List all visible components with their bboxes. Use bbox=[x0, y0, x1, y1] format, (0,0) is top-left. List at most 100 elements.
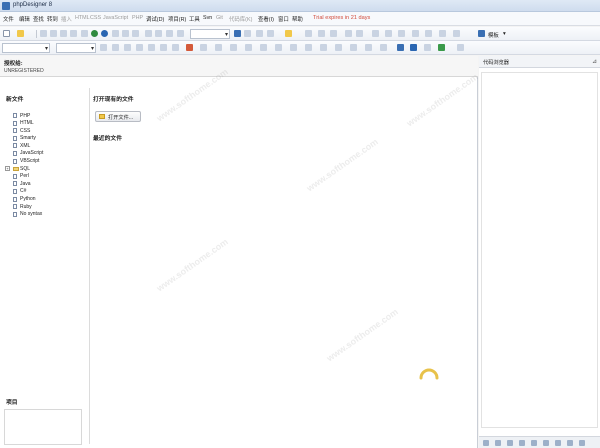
status-icon-7[interactable] bbox=[555, 440, 561, 446]
cut-icon[interactable] bbox=[112, 30, 119, 37]
comment-icon[interactable] bbox=[290, 44, 297, 51]
debug-over-icon[interactable] bbox=[318, 30, 325, 37]
save-icon[interactable] bbox=[40, 30, 47, 37]
main-workspace: 授权给: UNREGISTERED 新文件 PHP HTML CSS Smart… bbox=[0, 56, 478, 448]
menu-html[interactable]: HTML bbox=[75, 15, 90, 21]
align-center-icon[interactable] bbox=[148, 44, 155, 51]
snippet-icon[interactable] bbox=[285, 30, 292, 37]
expand-icon[interactable]: + bbox=[5, 166, 10, 172]
menu-git[interactable]: Git bbox=[216, 15, 223, 21]
outline-icon[interactable] bbox=[380, 44, 387, 51]
open-file-button[interactable]: 打开文件... bbox=[95, 111, 141, 122]
code-browser-tree[interactable] bbox=[481, 72, 598, 428]
underline-icon[interactable] bbox=[124, 44, 131, 51]
menu-window[interactable]: 窗口 bbox=[278, 15, 289, 23]
undo-icon[interactable] bbox=[145, 30, 152, 37]
align-left-icon[interactable] bbox=[136, 44, 143, 51]
encoding-combo[interactable]: ▾ bbox=[56, 43, 96, 53]
status-icon-2[interactable] bbox=[495, 440, 501, 446]
menu-codelib[interactable]: 代码库(K) bbox=[229, 15, 252, 23]
table-icon[interactable] bbox=[200, 44, 207, 51]
status-icon-8[interactable] bbox=[567, 440, 573, 446]
list-icon[interactable] bbox=[244, 30, 251, 37]
menu-find[interactable]: 查找 bbox=[33, 15, 44, 23]
status-icon-4[interactable] bbox=[519, 440, 525, 446]
menu-edit[interactable]: 编辑 bbox=[19, 15, 30, 23]
bold-icon[interactable] bbox=[100, 44, 107, 51]
preview-icon[interactable] bbox=[81, 30, 88, 37]
chevron-down-icon[interactable]: ▾ bbox=[503, 31, 506, 37]
browser-icon[interactable] bbox=[101, 30, 108, 37]
uncomment-icon[interactable] bbox=[305, 44, 312, 51]
print-icon[interactable] bbox=[70, 30, 77, 37]
list-number-icon[interactable] bbox=[245, 44, 252, 51]
panel-icon[interactable] bbox=[425, 30, 432, 37]
menu-svn[interactable]: Svn bbox=[203, 15, 212, 21]
format-code-icon[interactable] bbox=[365, 44, 372, 51]
paste-icon[interactable] bbox=[132, 30, 139, 37]
status-icon-5[interactable] bbox=[531, 440, 537, 446]
run-icon[interactable] bbox=[372, 30, 379, 37]
menu-css[interactable]: CSS bbox=[90, 15, 101, 21]
status-icon-6[interactable] bbox=[543, 440, 549, 446]
refresh-icon[interactable] bbox=[453, 30, 460, 37]
menu-debug[interactable]: 调试(D) bbox=[146, 15, 164, 23]
wrap-icon[interactable] bbox=[320, 44, 327, 51]
menu-tools[interactable]: 工具 bbox=[189, 15, 200, 23]
validate-icon[interactable] bbox=[350, 44, 357, 51]
debug-out-icon[interactable] bbox=[330, 30, 337, 37]
new-file-icon[interactable] bbox=[3, 30, 10, 37]
search-combo[interactable]: ▾ bbox=[190, 29, 230, 39]
link-icon[interactable] bbox=[172, 44, 179, 51]
list-bullet-icon[interactable] bbox=[230, 44, 237, 51]
italic-icon[interactable] bbox=[112, 44, 119, 51]
goto-arrow-icon[interactable] bbox=[234, 30, 241, 37]
chevron-down-icon: ▾ bbox=[90, 46, 94, 52]
menu-project[interactable]: 项目(R) bbox=[168, 15, 186, 23]
align-right-icon[interactable] bbox=[160, 44, 167, 51]
breakpoint-icon[interactable] bbox=[345, 30, 352, 37]
image-icon[interactable] bbox=[186, 44, 193, 51]
open-folder-icon[interactable] bbox=[17, 30, 24, 37]
file-type-combo[interactable]: ▾ bbox=[2, 43, 50, 53]
pin-icon[interactable]: ⊿ bbox=[592, 58, 597, 65]
menu-view[interactable]: 查看(I) bbox=[258, 15, 274, 23]
redo-icon[interactable] bbox=[155, 30, 162, 37]
split-icon[interactable] bbox=[424, 44, 431, 51]
preview-pane-icon[interactable] bbox=[410, 44, 417, 51]
watch-icon[interactable] bbox=[356, 30, 363, 37]
color-icon[interactable] bbox=[260, 44, 267, 51]
form-icon[interactable] bbox=[215, 44, 222, 51]
save-all-icon[interactable] bbox=[50, 30, 57, 37]
window-icon[interactable] bbox=[439, 30, 446, 37]
indent-icon[interactable] bbox=[267, 30, 274, 37]
options-icon[interactable] bbox=[457, 44, 464, 51]
menu-help[interactable]: 帮助 bbox=[292, 15, 303, 23]
copy-icon[interactable] bbox=[122, 30, 129, 37]
replace-icon[interactable] bbox=[177, 30, 184, 37]
layout-icon[interactable] bbox=[412, 30, 419, 37]
menu-file[interactable]: 文件 bbox=[3, 15, 14, 23]
menu-insert[interactable]: 插入 bbox=[61, 15, 72, 23]
file-icon bbox=[13, 181, 17, 187]
menu-goto[interactable]: 转到 bbox=[47, 15, 58, 23]
find-icon[interactable] bbox=[166, 30, 173, 37]
ftp-icon[interactable] bbox=[438, 44, 445, 51]
view-mode-icon[interactable] bbox=[397, 44, 404, 51]
menu-php[interactable]: PHP bbox=[132, 15, 143, 21]
menu-javascript[interactable]: JavaScript bbox=[103, 15, 128, 21]
globe-icon[interactable] bbox=[91, 30, 98, 37]
check-syntax-icon[interactable] bbox=[335, 44, 342, 51]
debug-step-icon[interactable] bbox=[305, 30, 312, 37]
font-icon[interactable] bbox=[275, 44, 282, 51]
settings-icon[interactable] bbox=[398, 30, 405, 37]
template-icon[interactable] bbox=[478, 30, 485, 37]
stop-icon[interactable] bbox=[385, 30, 392, 37]
template-label[interactable]: 模板 bbox=[488, 31, 499, 39]
projects-list[interactable] bbox=[4, 409, 82, 445]
status-icon-1[interactable] bbox=[483, 440, 489, 446]
status-icon-9[interactable] bbox=[579, 440, 585, 446]
bookmark-icon[interactable] bbox=[256, 30, 263, 37]
status-icon-3[interactable] bbox=[507, 440, 513, 446]
close-icon[interactable] bbox=[60, 30, 67, 37]
